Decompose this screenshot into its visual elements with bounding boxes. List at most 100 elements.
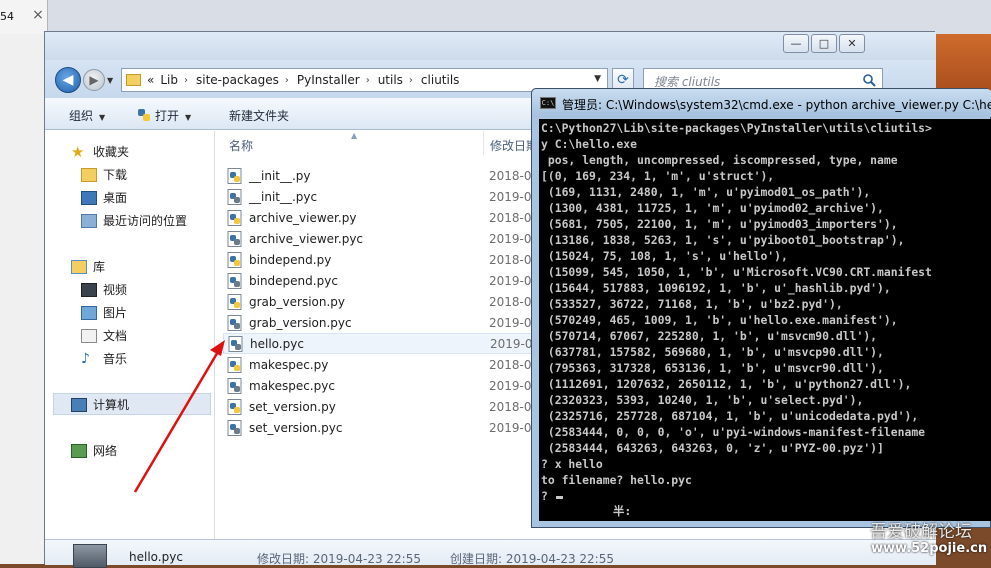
nav-computer[interactable]: 计算机 [71, 396, 129, 413]
breadcrumb-lib[interactable]: Lib [160, 73, 178, 87]
minimize-button[interactable]: — [783, 34, 809, 53]
nav-favorites[interactable]: ★ 收藏夹 [71, 143, 129, 160]
console-line-text: ? [541, 489, 555, 503]
file-date: 2018-0 [489, 294, 532, 309]
breadcrumb-cliutils[interactable]: cliutils [421, 73, 460, 87]
close-icon[interactable]: × [31, 8, 45, 22]
back-button[interactable]: ◀ [55, 67, 81, 93]
forward-button[interactable]: ▶ [83, 69, 105, 91]
details-pane: hello.pyc 修改日期: 2019-04-23 22:55 创建日期: 2… [45, 539, 936, 568]
breadcrumb-overflow[interactable]: « [147, 73, 154, 87]
console-line-text: (1300, 4381, 11725, 1, 'm', u'pyimod02_a… [541, 201, 884, 215]
console-line: (1300, 4381, 11725, 1, 'm', u'pyimod02_a… [541, 201, 884, 215]
nav-recent-places[interactable]: 最近访问的位置 [81, 212, 187, 229]
organize-menu[interactable]: 组织 ▼ [69, 107, 105, 124]
file-date: 2018-0 [489, 252, 532, 267]
music-icon: ♪ [81, 350, 90, 367]
python-file-icon [227, 251, 242, 268]
computer-icon [71, 397, 87, 412]
file-name: __init__.pyc [249, 189, 318, 204]
console-line-text: (570249, 465, 1009, 1, 'b', u'hello.exe.… [541, 313, 898, 327]
nav-desktop[interactable]: 桌面 [81, 189, 127, 206]
maximize-button[interactable]: □ [811, 34, 837, 53]
cmd-titlebar[interactable]: C:\ 管理员: C:\Windows\system32\cmd.exe - p… [532, 89, 991, 117]
console-line: (570714, 67067, 225280, 1, 'b', u'msvcm9… [541, 329, 877, 343]
file-name: bindepend.pyc [249, 273, 338, 288]
chevron-right-icon[interactable]: › [366, 75, 370, 86]
console-line: (15099, 545, 1050, 1, 'b', u'Microsoft.V… [541, 265, 932, 279]
nav-videos-label: 视频 [103, 283, 128, 297]
nav-libraries[interactable]: 库 [71, 258, 105, 275]
breadcrumb-utils[interactable]: utils [378, 73, 403, 87]
console-line-text: (169, 1131, 2480, 1, 'm', u'pyimod01_os_… [541, 185, 871, 199]
file-name: set_version.py [249, 399, 336, 414]
chevron-down-icon[interactable]: ▼ [594, 74, 601, 84]
console-output[interactable]: C:\Python27\Lib\site-packages\PyInstalle… [539, 119, 991, 521]
close-button[interactable]: ✕ [839, 34, 865, 53]
file-name: __init__.py [249, 168, 311, 183]
chevron-down-icon: ▼ [185, 113, 192, 122]
details-created: 创建日期: 2019-04-23 22:55 [450, 552, 614, 566]
console-line-text: (5681, 7505, 22100, 1, 'm', u'pyimod03_i… [541, 217, 898, 231]
network-icon [71, 443, 87, 458]
chevron-right-icon[interactable]: › [184, 75, 188, 86]
background-tab-label: 54 [0, 10, 14, 23]
nav-pictures[interactable]: 图片 [81, 304, 127, 321]
console-line-text: y C:\hello.exe [541, 137, 638, 151]
cmd-window: C:\ 管理员: C:\Windows\system32\cmd.exe - p… [531, 88, 991, 528]
console-line-text: (1112691, 1207632, 2650112, 1, 'b', u'py… [541, 377, 912, 391]
file-date: 2018-0 [489, 399, 532, 414]
details-modified: 修改日期: 2019-04-23 22:55 [257, 552, 421, 566]
text-cursor [555, 496, 563, 499]
nav-documents[interactable]: 文档 [81, 327, 127, 344]
new-folder-button[interactable]: 新建文件夹 [229, 107, 289, 124]
file-date: 2018-0 [489, 210, 532, 225]
console-line: ? x hello [541, 457, 603, 471]
nav-videos[interactable]: 视频 [81, 281, 127, 298]
console-line: (2325716, 257728, 687104, 1, 'b', u'unic… [541, 409, 918, 423]
column-header-name[interactable]: 名称 [229, 137, 253, 154]
background-tab[interactable]: 54 × [0, 0, 48, 34]
breadcrumb-site-packages[interactable]: site-packages [196, 73, 279, 87]
chevron-right-icon[interactable]: › [409, 75, 413, 86]
console-line-text: (2583444, 0, 0, 0, 'o', u'pyi-windows-ma… [541, 425, 926, 439]
console-line-text: (13186, 1838, 5263, 1, 's', u'pyiboot01_… [541, 233, 905, 247]
background-window-left [0, 34, 44, 564]
nav-documents-label: 文档 [103, 329, 128, 343]
nav-music[interactable]: ♪ 音乐 [81, 350, 127, 367]
console-line: ? [541, 489, 563, 503]
file-date: 2019-0 [489, 273, 532, 288]
column-divider[interactable] [483, 131, 484, 155]
console-line: to filename? hello.pyc [541, 473, 692, 487]
search-placeholder: 搜索 cliutils [654, 75, 721, 89]
open-menu[interactable]: 打开 ▼ [137, 107, 191, 124]
console-line: (15024, 75, 108, 1, 's', u'hello'), [541, 249, 788, 263]
nav-libraries-label: 库 [93, 260, 106, 274]
recent-pages-dropdown-icon[interactable]: ▼ [107, 76, 113, 85]
compiled-python-file-icon [227, 188, 242, 205]
open-label: 打开 [155, 109, 180, 123]
file-date: 2019-0 [489, 189, 532, 204]
nav-recent-label: 最近访问的位置 [103, 214, 188, 228]
nav-downloads[interactable]: 下载 [81, 166, 127, 183]
search-icon[interactable] [862, 73, 876, 87]
console-line-text: (15644, 517883, 1096192, 1, 'b', u'_hash… [541, 281, 891, 295]
console-line: (5681, 7505, 22100, 1, 'm', u'pyimod03_i… [541, 217, 898, 231]
chevron-down-icon: ▼ [99, 113, 106, 122]
console-line: (2583444, 643263, 643263, 0, 'z', u'PYZ-… [541, 441, 884, 455]
nav-network[interactable]: 网络 [71, 442, 117, 459]
console-line: y C:\hello.exe [541, 137, 637, 151]
organize-label: 组织 [69, 109, 94, 123]
compiled-python-file-icon [227, 230, 242, 247]
console-line: (637781, 157582, 569680, 1, 'b', u'msvcp… [541, 345, 884, 359]
file-date: 2019-0 [490, 336, 533, 351]
nav-music-label: 音乐 [103, 352, 128, 366]
breadcrumb-pyinstaller[interactable]: PyInstaller [297, 73, 360, 87]
watermark-text: 吾爱破解论坛 [870, 522, 972, 542]
console-line-text: ? x hello [541, 457, 603, 471]
console-line: (570249, 465, 1009, 1, 'b', u'hello.exe.… [541, 313, 898, 327]
cmd-title: 管理员: C:\Windows\system32\cmd.exe - pytho… [562, 98, 991, 112]
console-line: (169, 1131, 2480, 1, 'm', u'pyimod01_os_… [541, 185, 870, 199]
file-date: 2018-0 [489, 168, 532, 183]
chevron-right-icon[interactable]: › [285, 75, 289, 86]
